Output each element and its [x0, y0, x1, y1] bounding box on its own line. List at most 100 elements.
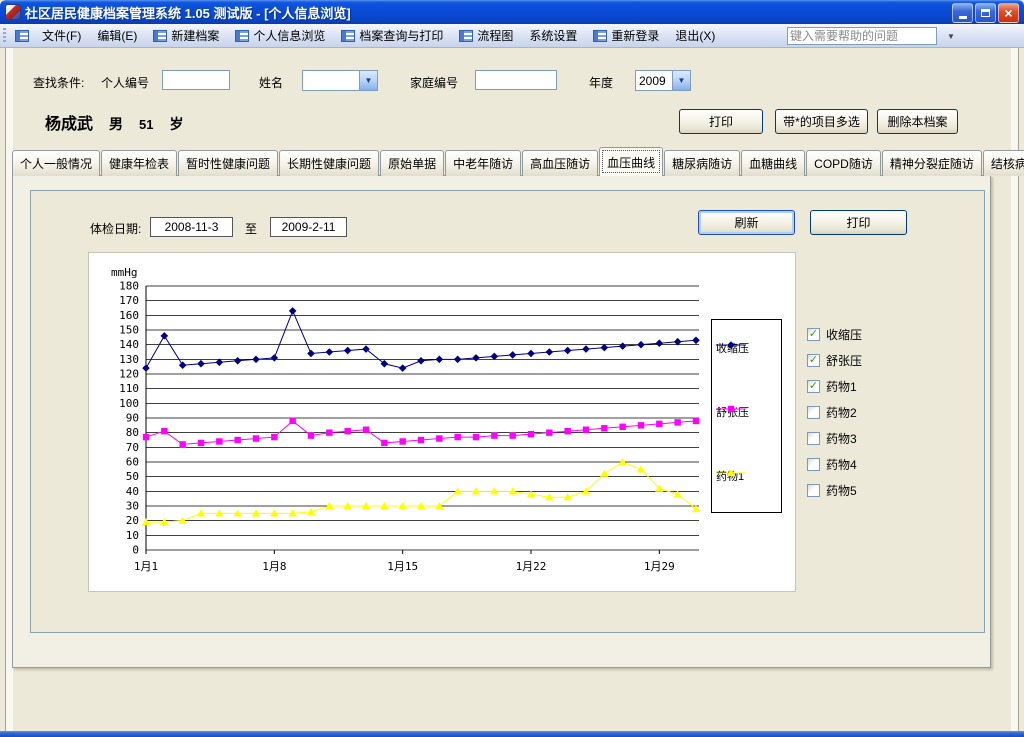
- menu-item[interactable]: 档案查询与打印: [333, 24, 451, 47]
- year-combobox[interactable]: 2009 ▼: [635, 70, 691, 91]
- close-icon: ×: [1004, 6, 1012, 20]
- patient-gender: 男: [109, 114, 123, 134]
- svg-text:80: 80: [126, 426, 139, 439]
- svg-text:40: 40: [126, 485, 139, 498]
- tab-健康年检表[interactable]: 健康年检表: [101, 150, 177, 176]
- svg-text:140: 140: [119, 338, 139, 351]
- checkbox-icon[interactable]: [807, 406, 820, 419]
- menu-item-label: 个人信息浏览: [253, 27, 325, 44]
- tab-长期性健康问题[interactable]: 长期性健康问题: [279, 150, 379, 176]
- menu-item[interactable]: 流程图: [451, 24, 521, 47]
- client-area: 查找条件: 个人编号 姓名 ▼ 家庭编号 年度 2009 ▼ 杨成武 男 51 …: [0, 48, 1024, 731]
- tab-糖尿病随访[interactable]: 糖尿病随访: [664, 150, 740, 176]
- menu-item-label: 流程图: [477, 27, 513, 44]
- window-bottom-border: [0, 731, 1024, 737]
- svg-text:70: 70: [126, 441, 139, 454]
- legend-marker-icon: [716, 404, 746, 414]
- help-search-input[interactable]: [788, 29, 947, 43]
- svg-text:1月1: 1月1: [134, 560, 158, 573]
- family-id-input[interactable]: [475, 70, 557, 90]
- menu-item[interactable]: 个人信息浏览: [227, 24, 333, 47]
- menu-item-label: 重新登录: [611, 27, 659, 44]
- series-toggle-药物3[interactable]: 药物3: [807, 430, 857, 447]
- delete-record-button[interactable]: 删除本档案: [877, 109, 958, 134]
- tab-血压曲线[interactable]: 血压曲线: [599, 147, 663, 176]
- name-label: 姓名: [259, 74, 283, 91]
- checkbox-checked-icon[interactable]: ✓: [807, 328, 820, 341]
- date-to-input[interactable]: 2009-2-11: [270, 217, 347, 237]
- menu-item[interactable]: 退出(X): [667, 24, 723, 47]
- svg-text:130: 130: [119, 353, 139, 366]
- tab-个人一般情况[interactable]: 个人一般情况: [12, 150, 100, 176]
- checkbox-checked-icon[interactable]: ✓: [807, 354, 820, 367]
- tab-精神分裂症随访[interactable]: 精神分裂症随访: [882, 150, 982, 176]
- toolbar-grip[interactable]: [3, 28, 6, 44]
- menu-item[interactable]: 重新登录: [585, 24, 667, 47]
- series-toggle-药物5[interactable]: 药物5: [807, 482, 857, 499]
- svg-text:mmHg: mmHg: [111, 266, 138, 279]
- minimize-icon: [959, 16, 967, 19]
- series-toggle-收缩压[interactable]: ✓ 收缩压: [807, 326, 862, 343]
- chart-panel: 0102030405060708090100110120130140150160…: [88, 252, 796, 592]
- menu-item[interactable]: 系统设置: [521, 24, 585, 47]
- exam-date-label: 体检日期:: [90, 220, 141, 237]
- close-button[interactable]: ×: [998, 3, 1019, 23]
- series-toggle-舒张压[interactable]: ✓ 舒张压: [807, 352, 862, 369]
- personal-id-input[interactable]: [162, 70, 230, 90]
- year-label: 年度: [589, 74, 613, 91]
- menu-item-label: 系统设置: [529, 27, 577, 44]
- refresh-button[interactable]: 刷新: [698, 210, 795, 235]
- tab-结核病随访[interactable]: 结核病随访: [983, 150, 1024, 176]
- date-from-input[interactable]: 2008-11-3: [150, 217, 233, 237]
- tab-血糖曲线[interactable]: 血糖曲线: [741, 150, 805, 176]
- app-icon: [5, 4, 21, 20]
- menu-item[interactable]: 编辑(E): [89, 24, 145, 47]
- app-window: 社区居民健康档案管理系统 1.05 测试版 - [个人信息浏览] × 文件(F)…: [0, 0, 1024, 737]
- series-toggle-药物4[interactable]: 药物4: [807, 456, 857, 473]
- family-id-label: 家庭编号: [410, 74, 458, 91]
- svg-text:10: 10: [126, 529, 139, 542]
- tab-高血压随访[interactable]: 高血压随访: [522, 150, 598, 176]
- checkbox-icon[interactable]: [807, 484, 820, 497]
- patient-age: 51: [139, 117, 153, 132]
- patient-info: 杨成武 男 51 岁: [45, 110, 183, 134]
- series-toggle-药物2[interactable]: 药物2: [807, 404, 857, 421]
- svg-text:20: 20: [126, 514, 139, 527]
- tab-中老年随访[interactable]: 中老年随访: [445, 150, 521, 176]
- svg-text:1月22: 1月22: [516, 560, 547, 573]
- print-chart-button[interactable]: 打印: [810, 210, 907, 235]
- name-combobox[interactable]: ▼: [302, 70, 378, 91]
- tab-COPD随访[interactable]: COPD随访: [806, 150, 881, 176]
- menu-item-label: 档案查询与打印: [359, 27, 443, 44]
- menu-item[interactable]: 文件(F): [34, 24, 89, 47]
- chevron-down-icon[interactable]: ▼: [947, 32, 955, 41]
- tab-暂时性健康问题[interactable]: 暂时性健康问题: [178, 150, 278, 176]
- svg-text:0: 0: [132, 544, 139, 557]
- svg-text:1月29: 1月29: [644, 560, 675, 573]
- print-button[interactable]: 打印: [679, 109, 763, 134]
- svg-text:110: 110: [119, 382, 139, 395]
- svg-text:30: 30: [126, 500, 139, 513]
- minimize-button[interactable]: [952, 3, 973, 23]
- series-toggle-label: 舒张压: [826, 352, 862, 369]
- form-icon: [459, 30, 473, 42]
- menu-item[interactable]: 新建档案: [145, 24, 227, 47]
- chevron-down-icon[interactable]: ▼: [359, 71, 377, 90]
- checkbox-icon[interactable]: [807, 458, 820, 471]
- form-icon: [235, 30, 249, 42]
- menu-item-label: 退出(X): [675, 27, 715, 44]
- series-toggle-label: 药物3: [826, 430, 857, 447]
- legend-item: 收缩压: [716, 340, 749, 356]
- checkbox-icon[interactable]: [807, 432, 820, 445]
- multi-select-button[interactable]: 带*的项目多选: [775, 109, 868, 134]
- menu-items: 文件(F)编辑(E)新建档案 个人信息浏览 档案查询与打印 流程图系统设置 重新登录退出…: [34, 24, 723, 47]
- svg-text:1月8: 1月8: [262, 560, 286, 573]
- series-toggle-药物1[interactable]: ✓药物1: [807, 378, 857, 395]
- tab-原始单据[interactable]: 原始单据: [380, 150, 444, 176]
- chevron-down-icon[interactable]: ▼: [672, 71, 690, 90]
- series-toggle-label: 收缩压: [826, 326, 862, 343]
- restore-button[interactable]: [975, 3, 996, 23]
- tab-strip: 个人一般情况健康年检表暂时性健康问题长期性健康问题原始单据中老年随访高血压随访血…: [12, 148, 1024, 176]
- legend-item: 舒张压: [716, 404, 749, 420]
- checkbox-checked-icon[interactable]: ✓: [807, 380, 820, 393]
